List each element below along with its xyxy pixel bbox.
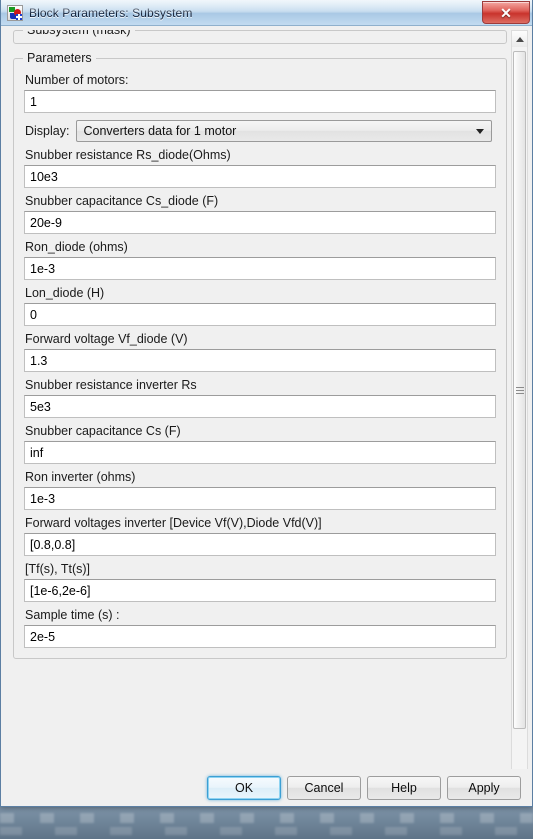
desktop-background	[0, 807, 533, 839]
input-lon-diode[interactable]	[24, 303, 496, 326]
scroll-up-button[interactable]	[512, 31, 527, 47]
input-snubber-resistance-inverter-rs[interactable]	[24, 395, 496, 418]
label-snubber-capacitance-cs-diode: Snubber capacitance Cs_diode (F)	[25, 194, 219, 208]
input-ron-diode[interactable]	[24, 257, 496, 280]
display-dropdown[interactable]: Converters data for 1 motor	[76, 120, 493, 142]
desktop-blur-row-1	[0, 813, 533, 823]
input-tf-tt[interactable]	[24, 579, 496, 602]
chevron-down-icon	[476, 129, 485, 134]
cancel-button[interactable]: Cancel	[287, 776, 361, 800]
scrollbar-thumb[interactable]	[513, 51, 526, 729]
scrollbar-grip-icon	[515, 387, 524, 394]
input-snubber-capacitance-cs-diode[interactable]	[24, 211, 496, 234]
label-snubber-resistance-rs-diode: Snubber resistance Rs_diode(Ohms)	[25, 148, 231, 162]
apply-button[interactable]: Apply	[447, 776, 521, 800]
scroll-up-arrow-icon	[515, 36, 524, 42]
input-forward-voltage-vf-diode[interactable]	[24, 349, 496, 372]
label-display: Display:	[25, 124, 70, 138]
label-number-of-motors: Number of motors:	[25, 73, 129, 87]
label-forward-voltage-vf-diode: Forward voltage Vf_diode (V)	[25, 332, 188, 346]
block-parameters-dialog: Block Parameters: Subsystem ✕ Subsystem …	[0, 0, 533, 807]
parameters-group-title: Parameters	[23, 51, 96, 65]
display-dropdown-value: Converters data for 1 motor	[83, 124, 237, 138]
input-snubber-resistance-rs-diode[interactable]	[24, 165, 496, 188]
input-number-of-motors[interactable]	[24, 90, 496, 113]
label-snubber-capacitance-cs: Snubber capacitance Cs (F)	[25, 424, 181, 438]
display-row: Display: Converters data for 1 motor	[25, 120, 496, 142]
label-ron-diode: Ron_diode (ohms)	[25, 240, 128, 254]
label-tf-tt: [Tf(s), Tt(s)]	[25, 562, 91, 576]
label-lon-diode: Lon_diode (H)	[25, 286, 105, 300]
icon-plus-badge	[16, 13, 22, 20]
label-snubber-resistance-inverter-rs: Snubber resistance inverter Rs	[25, 378, 197, 392]
close-button[interactable]: ✕	[482, 1, 530, 24]
simulink-block-icon	[7, 4, 23, 21]
title-bar[interactable]: Block Parameters: Subsystem ✕	[1, 0, 532, 26]
subsystem-mask-group: Subsystem (mask)	[13, 30, 507, 44]
input-ron-inverter[interactable]	[24, 487, 496, 510]
help-button[interactable]: Help	[367, 776, 441, 800]
input-forward-voltages-inverter[interactable]	[24, 533, 496, 556]
input-sample-time[interactable]	[24, 625, 496, 648]
dialog-body: Subsystem (mask) Parameters Number of mo…	[1, 26, 532, 794]
desktop-blur-row-2	[0, 827, 533, 835]
subsystem-mask-group-title: Subsystem (mask)	[23, 30, 135, 37]
parameters-scroll-viewport: Subsystem (mask) Parameters Number of mo…	[7, 30, 507, 770]
dialog-button-bar: OK Cancel Help Apply	[1, 769, 532, 806]
parameters-group: Parameters Number of motors: Display: Co…	[13, 51, 507, 659]
input-snubber-capacitance-cs[interactable]	[24, 441, 496, 464]
label-ron-inverter: Ron inverter (ohms)	[25, 470, 136, 484]
label-forward-voltages-inverter: Forward voltages inverter [Device Vf(V),…	[25, 516, 322, 530]
ok-button[interactable]: OK	[207, 776, 281, 800]
vertical-scrollbar[interactable]	[511, 30, 528, 794]
label-sample-time: Sample time (s) :	[25, 608, 120, 622]
close-icon: ✕	[500, 4, 512, 21]
window-title: Block Parameters: Subsystem	[29, 5, 193, 20]
